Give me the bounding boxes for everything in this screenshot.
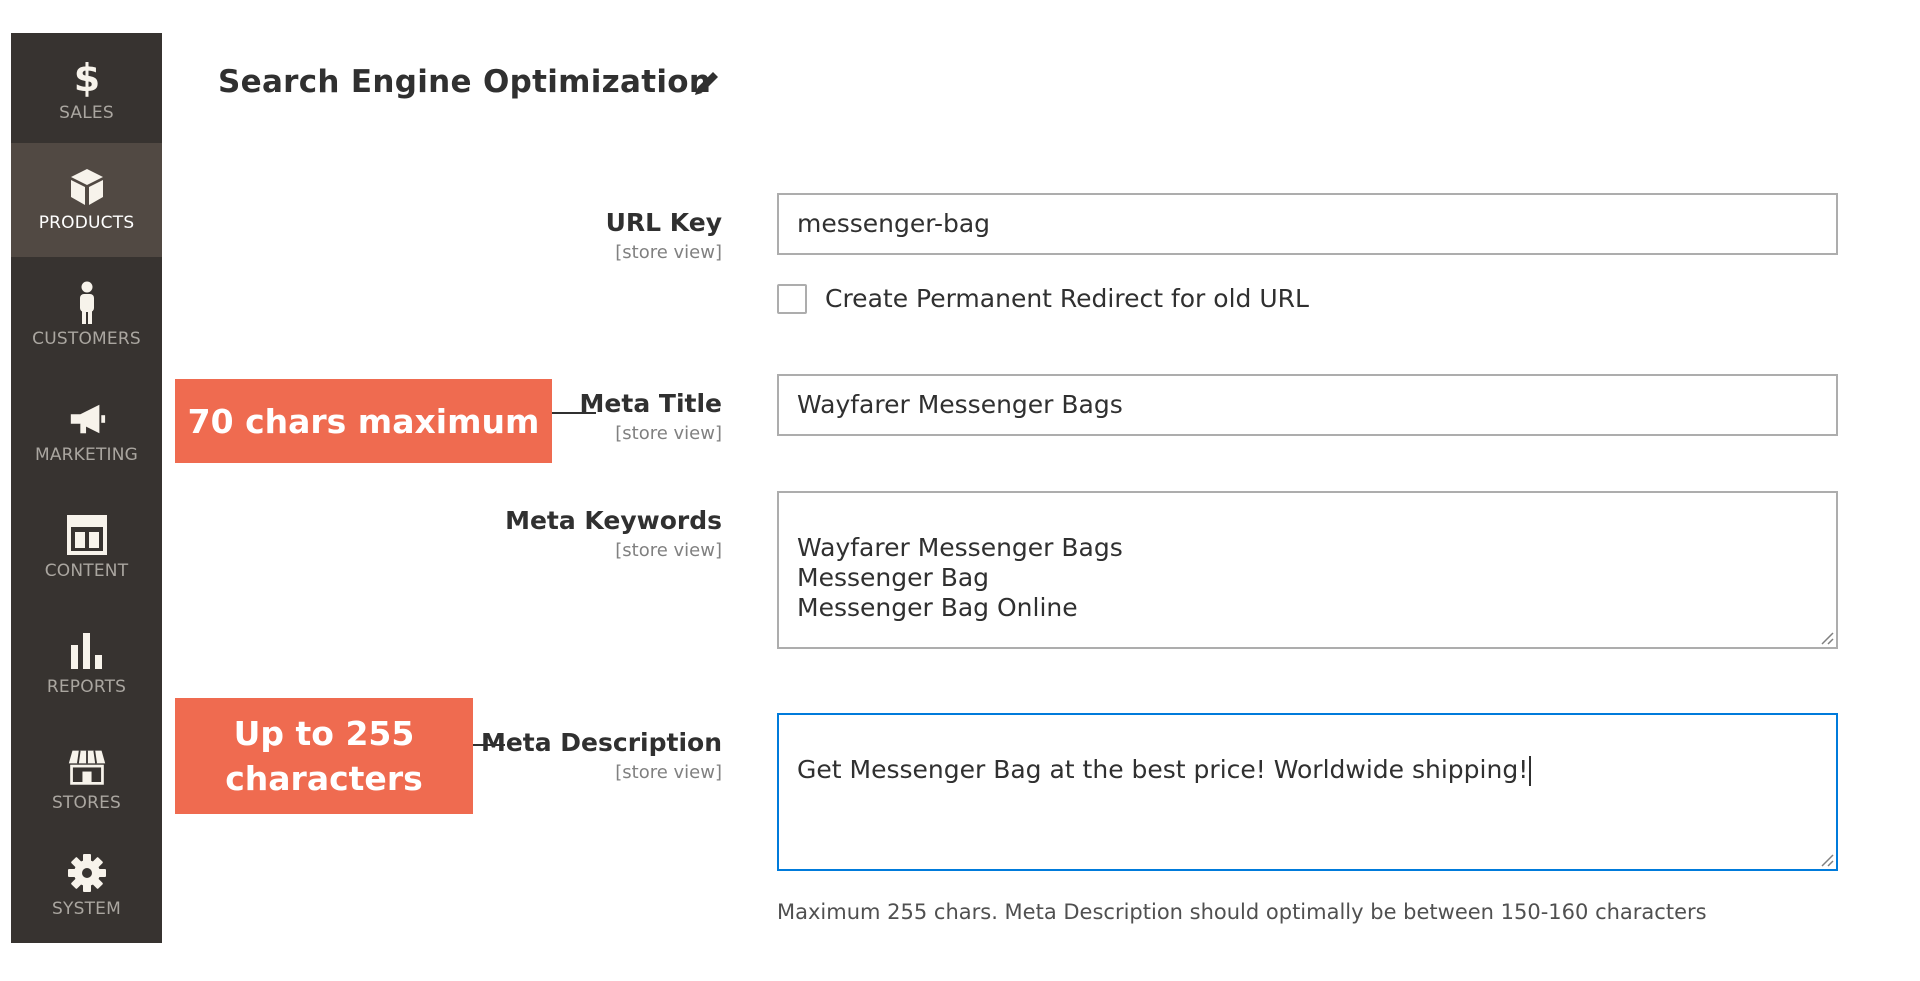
sidebar-item-sales[interactable]: $ SALES [11,33,162,147]
bar-chart-icon [67,631,107,671]
meta-description-textarea[interactable]: Get Messenger Bag at the best price! Wor… [777,713,1838,871]
meta-description-callout: Up to 255 characters [175,698,473,814]
sidebar-item-label: PRODUCTS [38,213,135,233]
callout-connector [552,412,596,414]
box-icon [67,167,107,207]
meta-title-label: Meta Title [579,389,722,418]
meta-keywords-scope: [store view] [615,540,722,561]
sidebar-item-reports[interactable]: REPORTS [11,607,162,721]
sidebar-item-label: MARKETING [34,445,139,465]
resize-grip-icon[interactable] [1818,851,1834,867]
gear-icon [67,853,107,893]
sidebar-item-label: SALES [59,103,114,123]
meta-keywords-label: Meta Keywords [505,506,722,535]
meta-keywords-textarea[interactable]: Wayfarer Messenger Bags Messenger Bag Me… [777,491,1838,649]
meta-keywords-value: Wayfarer Messenger Bags Messenger Bag Me… [797,533,1123,622]
meta-title-scope: [store view] [615,423,722,444]
sidebar-item-stores[interactable]: STORES [11,723,162,837]
callout-connector [473,744,505,746]
sidebar-item-marketing[interactable]: MARKETING [11,375,162,489]
meta-description-scope: [store view] [615,762,722,783]
sidebar-item-label: SYSTEM [52,899,121,919]
pencil-icon[interactable] [692,68,722,98]
admin-sidebar: $ SALES PRODUCTS CUSTOMERS MARKETING CON… [11,33,162,943]
sidebar-item-customers[interactable]: CUSTOMERS [11,259,162,373]
meta-description-value: Get Messenger Bag at the best price! Wor… [797,755,1529,784]
svg-text:$: $ [73,57,99,97]
person-icon [67,281,107,324]
url-key-scope: [store view] [615,242,722,263]
megaphone-icon [67,399,107,439]
url-key-label: URL Key [605,208,722,237]
text-caret [1529,756,1532,786]
sidebar-item-label: STORES [51,793,122,813]
layout-icon [66,515,107,555]
sidebar-item-label: CONTENT [44,561,129,581]
storefront-icon [67,747,107,787]
url-key-input[interactable]: messenger-bag [777,193,1838,255]
redirect-checkbox[interactable] [777,284,807,314]
sidebar-item-label: REPORTS [46,677,127,697]
sidebar-item-system[interactable]: SYSTEM [11,829,162,943]
resize-grip-icon[interactable] [1818,629,1834,645]
meta-title-input[interactable]: Wayfarer Messenger Bags [777,374,1838,436]
meta-description-label: Meta Description [480,728,722,757]
dollar-icon: $ [67,57,107,97]
sidebar-item-content[interactable]: CONTENT [11,491,162,605]
sidebar-item-products[interactable]: PRODUCTS [11,143,162,257]
meta-title-callout: 70 chars maximum [175,379,552,463]
section-title: Search Engine Optimization [218,64,712,100]
redirect-checkbox-label[interactable]: Create Permanent Redirect for old URL [825,284,1309,313]
sidebar-item-label: CUSTOMERS [32,329,141,349]
meta-description-note: Maximum 255 chars. Meta Description shou… [777,900,1707,924]
